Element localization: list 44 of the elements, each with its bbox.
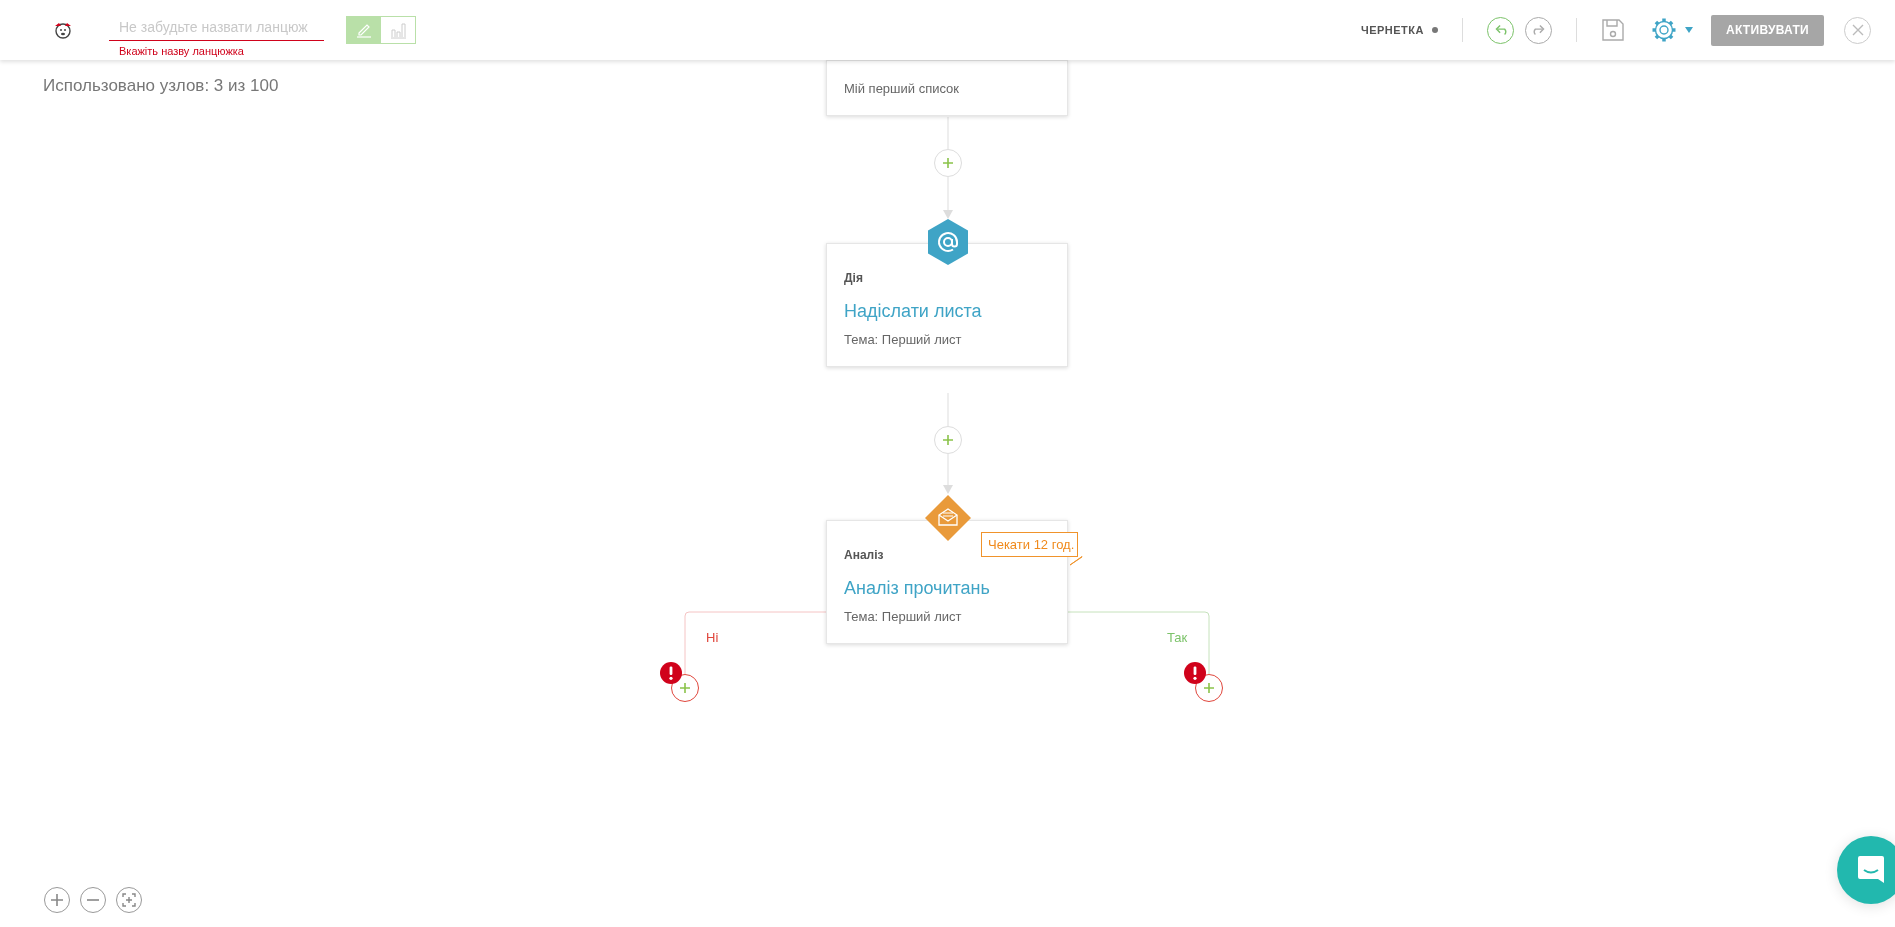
plus-icon [1204, 683, 1214, 693]
wait-tooltip: Чекати 12 год. [981, 532, 1079, 557]
undo-button[interactable] [1487, 16, 1514, 44]
gear-icon [1651, 17, 1677, 43]
email-action-icon [928, 219, 968, 265]
node-title: Надіслати листа [844, 300, 983, 323]
plus-icon [943, 158, 953, 168]
fit-view-icon [122, 893, 136, 907]
node-card[interactable]: Дія Надіслати листа Тема: Перший лист [826, 243, 1068, 367]
open-envelope-icon [925, 495, 971, 541]
settings-button[interactable] [1651, 17, 1693, 43]
plus-icon [680, 683, 690, 693]
pencil-tab[interactable] [347, 17, 381, 43]
node-card[interactable]: Мій перший список [826, 60, 1068, 116]
status-label: ЧЕРНЕТКА [1360, 22, 1424, 38]
save-button[interactable] [1601, 18, 1625, 42]
connector-arrow [943, 453, 953, 494]
node-title: Аналіз прочитань [844, 577, 991, 600]
tooltip-tail [1069, 556, 1083, 566]
chat-bubble-icon [1857, 855, 1885, 885]
status-dot [1432, 27, 1438, 33]
zoom-in-button[interactable] [44, 887, 70, 913]
plus-icon [943, 435, 953, 445]
zoom-out-button[interactable] [80, 887, 106, 913]
caret-icon [1685, 27, 1693, 33]
logo-icon [53, 20, 73, 40]
fit-view-button[interactable] [116, 887, 142, 913]
plus-icon [50, 893, 64, 907]
error-icon [660, 662, 682, 684]
branch-label: Так [1167, 629, 1188, 647]
node-category: Дія [844, 270, 863, 286]
close-button[interactable] [1844, 16, 1871, 44]
close-icon [1851, 24, 1864, 36]
branch-label: Ні [706, 629, 719, 647]
node-detail: Тема: Перший лист [844, 608, 963, 626]
bar-chart-icon [389, 21, 407, 39]
node-usage-text: Использовано узлов: 3 из 100 [43, 75, 279, 97]
chat-button[interactable] [1837, 836, 1895, 904]
error-text: Вкажіть назву ланцюжка [118, 46, 245, 57]
node-category: Аналіз [844, 547, 884, 563]
node-detail: Тема: Перший лист [844, 331, 963, 349]
error-icon [1184, 662, 1206, 684]
connector-arrow [943, 176, 953, 219]
node-detail: Мій перший список [844, 80, 961, 98]
